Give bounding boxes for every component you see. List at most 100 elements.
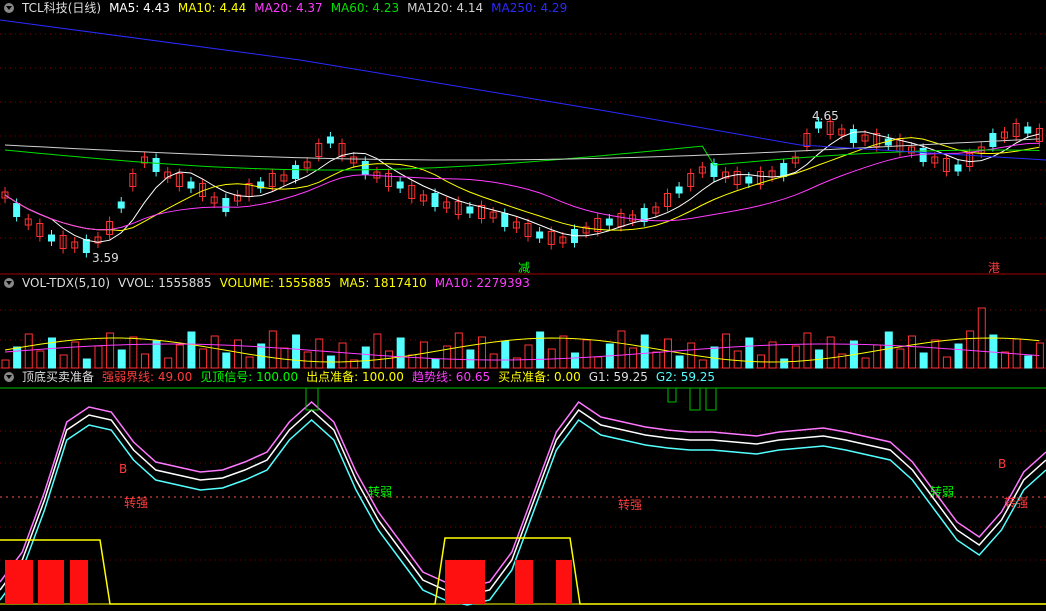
candle (396, 181, 404, 189)
volume-bar (140, 353, 149, 369)
volume-bar (826, 336, 835, 369)
candle (13, 203, 21, 217)
volume-bar (82, 358, 91, 369)
volume-bar (745, 337, 754, 369)
volume-value: VOLUME: 1555885 (219, 276, 332, 290)
label-zhuanqiang-3: 转强 (1004, 496, 1029, 510)
volume-bar (873, 344, 882, 369)
vol-ma5-value: MA5: 1817410 (339, 276, 427, 290)
red-signal-block (38, 560, 64, 604)
candle (222, 198, 230, 212)
vvol-value: VVOL: 1555885 (118, 276, 212, 290)
qiangruo-value: 强弱界线: 49.00 (102, 370, 193, 384)
top-signal-bar (705, 387, 717, 411)
vol-title: VOL-TDX(5,10) (22, 276, 111, 290)
red-signal-block (5, 560, 33, 604)
candle (675, 186, 683, 194)
ma5-line (4, 131, 1040, 243)
label-zhuanruo-2: 转弱 (930, 485, 955, 499)
volume-bar (361, 346, 370, 369)
volume-bar (210, 335, 219, 369)
label-b-2: B (998, 457, 1007, 471)
candle (849, 129, 857, 143)
stock-chart-canvas[interactable] (0, 0, 1046, 611)
candle (361, 161, 369, 175)
candle (1024, 126, 1032, 134)
g1-value: G1: 59.25 (588, 370, 648, 384)
volume-bar (536, 331, 545, 369)
label-zhuanqiang-1: 转强 (124, 496, 149, 510)
collapse-arrow-icon[interactable] (4, 3, 14, 13)
candle (47, 234, 55, 242)
volume-bar (13, 346, 22, 369)
low-price-label: 3.59 (92, 251, 119, 265)
volume-bar (94, 345, 103, 369)
ma5-value: MA5: 4.43 (109, 1, 170, 15)
volume-bar (222, 352, 231, 369)
red-signal-block (556, 560, 572, 604)
candle (82, 239, 90, 253)
volume-bar (24, 333, 33, 369)
volume-bar (164, 357, 173, 369)
label-b-1: B (119, 462, 128, 476)
volume-bar (675, 355, 684, 369)
red-signal-block (70, 560, 88, 604)
candle (501, 213, 509, 227)
main-chart-header: TCL科技(日线) MA5: 4.43 MA10: 4.44 MA20: 4.3… (0, 0, 567, 16)
volume-bar (454, 332, 463, 369)
volume-bar (1, 359, 10, 369)
volume-bar (268, 330, 277, 369)
volume-bar (942, 356, 951, 369)
volume-bar (629, 347, 638, 369)
ma60-value: MA60: 4.23 (330, 1, 400, 15)
volume-bar (431, 358, 440, 369)
volume-bar (861, 357, 870, 369)
ma250-value: MA250: 4.29 (491, 1, 568, 15)
candle (954, 164, 962, 172)
volume-header: VOL-TDX(5,10) VVOL: 1555885 VOLUME: 1555… (0, 275, 530, 291)
volume-bar (419, 341, 428, 369)
volume-bar (803, 332, 812, 369)
volume-bar (385, 350, 394, 369)
volume-bar (698, 359, 707, 369)
jianding-value: 见顶信号: 100.00 (200, 370, 299, 384)
qushi-value: 趋势线: 60.65 (411, 370, 491, 384)
vol-ma10-value: MA10: 2279393 (434, 276, 530, 290)
volume-bar (36, 350, 45, 369)
volume-bar (524, 344, 533, 369)
volume-bar (292, 334, 301, 369)
volume-bar (129, 336, 138, 369)
volume-bar (780, 358, 789, 369)
volume-bar (954, 343, 963, 369)
volume-bar (245, 356, 254, 369)
volume-bar (722, 333, 731, 369)
indicator-title: 顶底买卖准备 (22, 370, 95, 384)
candle (326, 136, 334, 144)
mark-gang: 港 (988, 261, 1001, 275)
volume-bar (338, 342, 347, 369)
volume-bar (59, 354, 68, 369)
candle (152, 158, 160, 172)
volume-bar (303, 351, 312, 369)
volume-bar (908, 335, 917, 369)
candle (780, 163, 788, 177)
candle (466, 206, 474, 214)
candle (431, 193, 439, 207)
volume-bar (582, 339, 591, 369)
volume-bar (396, 337, 405, 369)
g2-value: G2: 59.25 (655, 370, 716, 384)
indicator-header: 顶底买卖准备 强弱界线: 49.00 见顶信号: 100.00 出点准备: 10… (0, 369, 715, 385)
volume-bar (117, 349, 126, 369)
volume-bar (652, 351, 661, 369)
volume-bar (1001, 351, 1010, 369)
collapse-arrow-icon[interactable] (4, 372, 14, 382)
volume-bar (570, 352, 579, 369)
red-signal-block (515, 560, 533, 604)
ma120-value: MA120: 4.14 (407, 1, 484, 15)
candle (117, 201, 125, 209)
volume-bar (175, 344, 184, 369)
volume-bar (768, 341, 777, 369)
volume-bar (617, 330, 626, 369)
collapse-arrow-icon[interactable] (4, 278, 14, 288)
volume-bar (71, 341, 80, 369)
